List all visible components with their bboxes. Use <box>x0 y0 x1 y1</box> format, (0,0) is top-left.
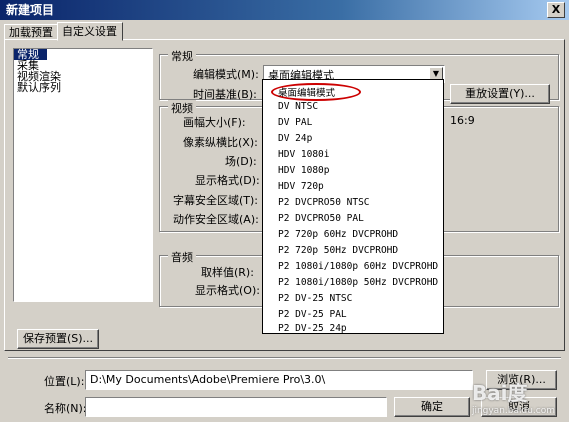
dropdown-option[interactable]: P2 DV-25 24p <box>278 323 347 334</box>
audio-display-format-label: 显示格式(O): <box>195 284 260 297</box>
action-safe-label: 动作安全区域(A): <box>173 213 259 226</box>
aspect-ratio-value: 16:9 <box>450 114 475 127</box>
ok-button[interactable]: 确定 <box>394 397 470 417</box>
dropdown-option[interactable]: HDV 1080p <box>278 165 329 176</box>
audio-group-title: 音频 <box>168 249 196 265</box>
dropdown-option[interactable]: P2 720p 60Hz DVCPROHD <box>278 229 398 240</box>
baidu-watermark: Bai度 jingyan.baidu.com <box>472 377 555 416</box>
general-group-title: 常规 <box>168 48 196 64</box>
title-safe-label: 字幕安全区域(T): <box>173 194 259 207</box>
settings-nav-list: 常规 采集 视频渲染 默认序列 <box>13 48 153 302</box>
pixel-aspect-label: 像素纵横比(X): <box>183 136 258 149</box>
dropdown-option[interactable]: P2 DV-25 PAL <box>278 309 347 320</box>
dropdown-option[interactable]: DV 24p <box>278 133 312 144</box>
video-display-format-label: 显示格式(D): <box>195 174 260 187</box>
dropdown-option[interactable]: HDV 1080i <box>278 149 329 160</box>
name-field[interactable] <box>85 397 387 417</box>
watermark-main: Bai度 <box>471 381 528 405</box>
dropdown-option[interactable]: P2 720p 50Hz DVCPROHD <box>278 245 398 256</box>
new-project-dialog: 新建项目 X 加载预置 自定义设置 常规 采集 视频渲染 默认序列 常规 编辑模… <box>0 0 569 422</box>
dropdown-option[interactable]: P2 1080i/1080p 50Hz DVCPROHD <box>278 277 438 288</box>
dropdown-option[interactable]: DV NTSC <box>278 101 318 112</box>
watermark-sub: jingyan.baidu.com <box>471 406 555 416</box>
dropdown-option[interactable]: P2 DVCPRO50 NTSC <box>278 197 370 208</box>
title-bar[interactable]: 新建项目 X <box>0 0 569 20</box>
edit-mode-dropdown-list: 桌面编辑模式 DV NTSC DV PAL DV 24p HDV 1080i H… <box>262 79 444 334</box>
window-title: 新建项目 <box>6 3 55 17</box>
nav-item-default-sequence[interactable]: 默认序列 <box>14 82 152 93</box>
save-preset-button[interactable]: 保存预置(S)... <box>17 329 99 349</box>
separator <box>8 357 561 359</box>
dropdown-option[interactable]: 桌面编辑模式 <box>278 85 335 99</box>
dropdown-option[interactable]: DV PAL <box>278 117 312 128</box>
name-label: 名称(N): <box>44 402 87 415</box>
dropdown-option[interactable]: P2 DV-25 NTSC <box>278 293 352 304</box>
dropdown-option[interactable]: P2 DVCPRO50 PAL <box>278 213 364 224</box>
location-label: 位置(L): <box>44 375 85 388</box>
field-label: 场(D): <box>225 155 257 168</box>
frame-size-label: 画幅大小(F): <box>183 116 246 129</box>
close-button[interactable]: X <box>547 2 565 18</box>
location-field[interactable]: D:\My Documents\Adobe\Premiere Pro\3.0\ <box>85 370 473 390</box>
location-value: D:\My Documents\Adobe\Premiere Pro\3.0\ <box>90 373 326 386</box>
reset-button[interactable]: 重放设置(Y)... <box>450 84 550 104</box>
timebase-label: 时间基准(B): <box>193 88 257 101</box>
sample-rate-label: 取样值(R): <box>201 266 254 279</box>
dropdown-option[interactable]: P2 1080i/1080p 60Hz DVCPROHD <box>278 261 438 272</box>
edit-mode-label: 编辑模式(M): <box>193 68 259 81</box>
tab-custom-settings[interactable]: 自定义设置 <box>57 22 123 41</box>
dropdown-option[interactable]: HDV 720p <box>278 181 324 192</box>
